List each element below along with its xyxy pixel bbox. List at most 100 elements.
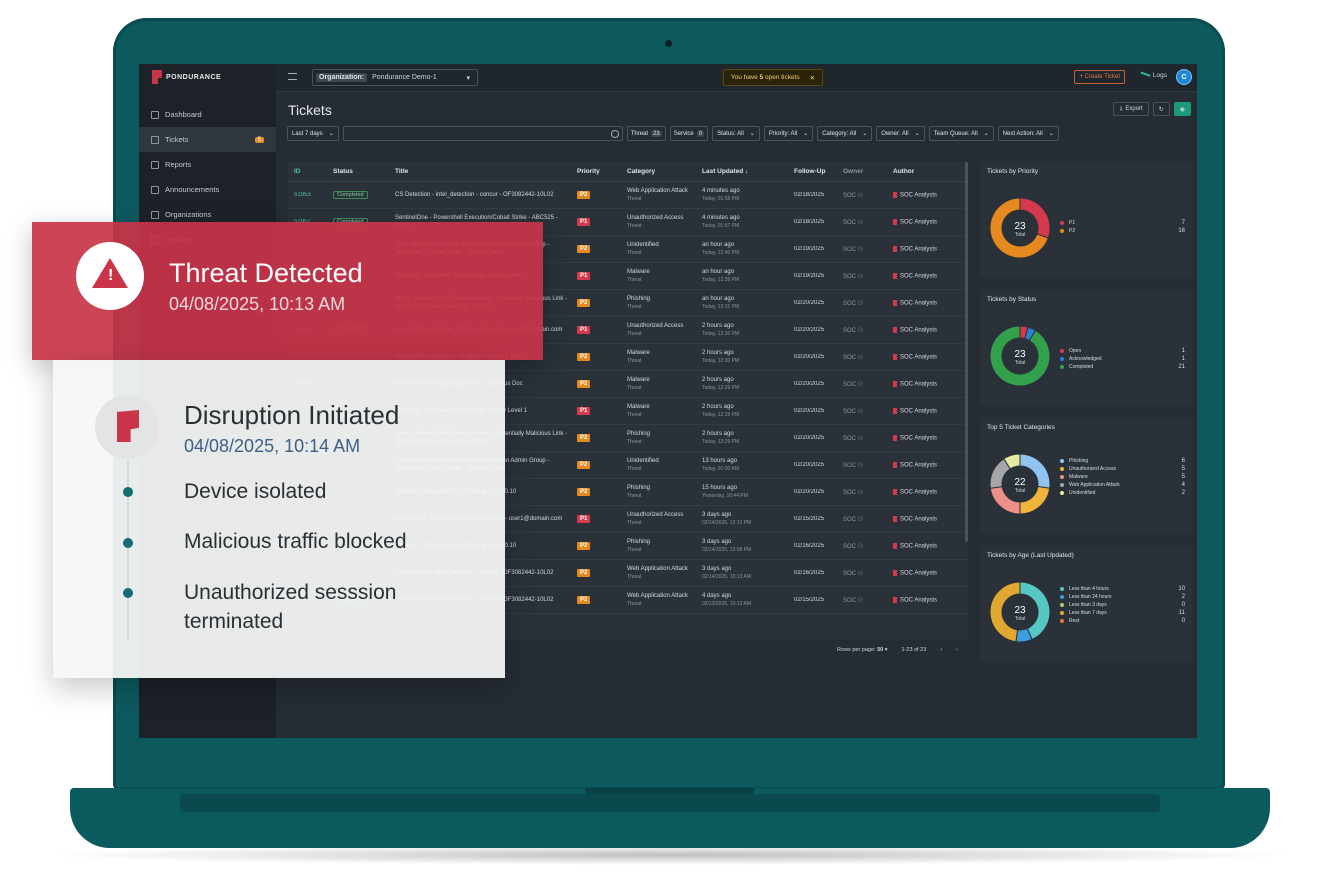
legend-item[interactable]: Less than 4 hours 10 — [1060, 585, 1185, 593]
legend-item[interactable]: Open 1 — [1060, 347, 1185, 355]
owner-cell: SOC ⚇ — [837, 327, 887, 334]
table-scrollbar[interactable] — [965, 162, 968, 542]
status-filter[interactable]: Status: All ⌄ — [712, 126, 760, 141]
open-tickets-alert[interactable]: You have 5 open tickets ✕ — [723, 69, 823, 86]
category-filter[interactable]: Category: All ⌄ — [817, 126, 873, 141]
sidebar-item-reports[interactable]: Reports — [139, 152, 276, 177]
legend-item[interactable]: P1 7 — [1060, 219, 1185, 227]
last-updated-cell: 3 days ago 02/14/2025, 12:12 PM — [696, 511, 788, 527]
legend-item[interactable]: Acknowledged 1 — [1060, 355, 1185, 363]
category-cell: Unidentified Threat — [621, 241, 696, 257]
owner-filter[interactable]: Owner: All ⌄ — [876, 126, 925, 141]
user-icon[interactable]: ⚇ — [856, 490, 863, 496]
user-icon[interactable]: ⚇ — [856, 247, 863, 253]
column-header[interactable]: Status — [327, 168, 389, 175]
user-icon[interactable]: ⚇ — [856, 544, 863, 550]
export-button[interactable]: ⇩ Export — [1112, 102, 1149, 116]
team-queue-filter[interactable]: Team Queue: All ⌄ — [928, 126, 994, 141]
category-name: Malware — [627, 404, 650, 410]
brand-logo[interactable]: PONDURANCE — [152, 70, 221, 84]
legend-item[interactable]: Unauthorized Access 5 — [1060, 465, 1185, 473]
user-icon[interactable]: ⚇ — [856, 409, 863, 415]
category-name: Web Application Attack — [627, 593, 688, 599]
legend-item[interactable]: Web Application Attack 4 — [1060, 481, 1185, 489]
rows-per-page-select[interactable]: 50 — [877, 647, 883, 653]
priority-cell: P1 — [571, 272, 621, 280]
column-header[interactable]: Owner — [837, 168, 887, 175]
column-header[interactable]: Title — [389, 168, 571, 176]
legend-item[interactable]: Completed 21 — [1060, 363, 1185, 371]
pondurance-logo-icon — [893, 596, 897, 603]
legend-item[interactable]: Phishing 6 — [1060, 457, 1185, 465]
column-header[interactable]: Category — [621, 168, 696, 176]
donut-total-label: Total — [1015, 360, 1026, 366]
user-icon[interactable]: ⚇ — [856, 220, 863, 226]
owner-cell: SOC ⚇ — [837, 408, 887, 415]
legend-item[interactable]: Less than 24 hours 2 — [1060, 593, 1185, 601]
user-icon[interactable]: ⚇ — [856, 598, 863, 604]
avatar[interactable]: C — [1176, 69, 1192, 85]
user-icon[interactable]: ⚇ — [856, 355, 863, 361]
user-icon[interactable]: ⚇ — [856, 274, 863, 280]
category-name: Unidentified — [627, 242, 659, 248]
ticket-title[interactable]: CS Detection - intel_detection - concur … — [389, 191, 571, 199]
author-cell: SOC Analysts — [887, 353, 967, 360]
service-filter[interactable]: Service 0 — [669, 126, 709, 141]
search-input[interactable] — [342, 126, 623, 141]
widget-title: Tickets by Status — [987, 296, 1037, 303]
disruption-title: Disruption Initiated — [184, 400, 400, 430]
category-cell: Unauthorized Access Threat — [621, 511, 696, 527]
organization-select[interactable]: Organization: Pondurance Demo-1 ▾ — [312, 69, 478, 86]
priority-filter[interactable]: Priority: All ⌄ — [763, 126, 814, 141]
user-icon[interactable]: ⚇ — [856, 436, 863, 442]
next-action-filter[interactable]: Next Action: All ⌄ — [997, 126, 1059, 141]
column-header[interactable]: Last Updated ↓ — [696, 168, 788, 176]
user-icon[interactable]: ⚇ — [856, 517, 863, 523]
column-header[interactable]: Author — [887, 168, 967, 175]
menu-icon[interactable] — [288, 73, 297, 80]
legend-item[interactable]: Rest 0 — [1060, 617, 1185, 625]
close-icon[interactable]: ✕ — [810, 74, 815, 82]
user-icon[interactable]: ⚇ — [856, 463, 863, 469]
sidebar-item-announcements[interactable]: Announcements — [139, 177, 276, 202]
create-ticket-button[interactable]: + Create Ticket — [1074, 70, 1125, 84]
last-updated-relative: 2 hours ago — [702, 323, 734, 329]
legend-item[interactable]: Malware 5 — [1060, 473, 1185, 481]
laptop-camera — [665, 40, 672, 47]
author-cell: SOC Analysts — [887, 407, 967, 414]
category-name: Malware — [627, 269, 650, 275]
column-header[interactable]: ID — [288, 168, 327, 175]
legend-item[interactable]: Unidentified 2 — [1060, 489, 1185, 497]
table-row[interactable]: 51953 Completed CS Detection - intel_detec… — [288, 182, 968, 209]
last-updated-date: Today, 12:29 PM — [702, 385, 740, 391]
donut-total-label: Total — [1015, 232, 1026, 238]
legend-item[interactable]: Less than 3 days 0 — [1060, 601, 1185, 609]
logs-button[interactable]: Logs — [1139, 71, 1167, 80]
author-cell: SOC Analysts — [887, 326, 967, 333]
view-toggle-button[interactable]: ◉ — [1173, 102, 1191, 116]
user-icon[interactable]: ⚇ — [856, 382, 863, 388]
user-icon[interactable]: ⚇ — [856, 193, 863, 199]
threat-filter[interactable]: Threat 23 — [626, 126, 666, 141]
chart-legend: Less than 4 hours 10 Less than 24 hours 2 Le… — [1060, 585, 1185, 625]
ticket-id[interactable]: 51953 — [288, 192, 327, 198]
user-icon[interactable]: ⚇ — [856, 571, 863, 577]
author-cell: SOC Analysts — [887, 515, 967, 522]
legend-dot — [1060, 483, 1064, 487]
legend-value: 1 — [1181, 356, 1185, 362]
last-updated-relative: an hour ago — [702, 296, 735, 302]
user-icon[interactable]: ⚇ — [856, 328, 863, 334]
column-header[interactable]: Follow-Up — [788, 168, 837, 175]
prev-page-icon[interactable]: ‹ — [940, 647, 942, 653]
follow-up-date: 02/20/2025 — [794, 381, 825, 387]
legend-label: Less than 24 hours — [1069, 594, 1112, 600]
sidebar-item-tickets[interactable]: Tickets 5 — [139, 127, 276, 152]
refresh-button[interactable]: ↻ — [1152, 102, 1170, 116]
legend-item[interactable]: Less than 7 days 11 — [1060, 609, 1185, 617]
next-page-icon[interactable]: › — [956, 647, 958, 653]
sidebar-item-dashboard[interactable]: Dashboard — [139, 102, 276, 127]
user-icon[interactable]: ⚇ — [856, 301, 863, 307]
date-range-select[interactable]: Last 7 days ⌄ — [287, 126, 339, 141]
column-header[interactable]: Priority — [571, 168, 621, 175]
legend-item[interactable]: P2 16 — [1060, 227, 1185, 235]
